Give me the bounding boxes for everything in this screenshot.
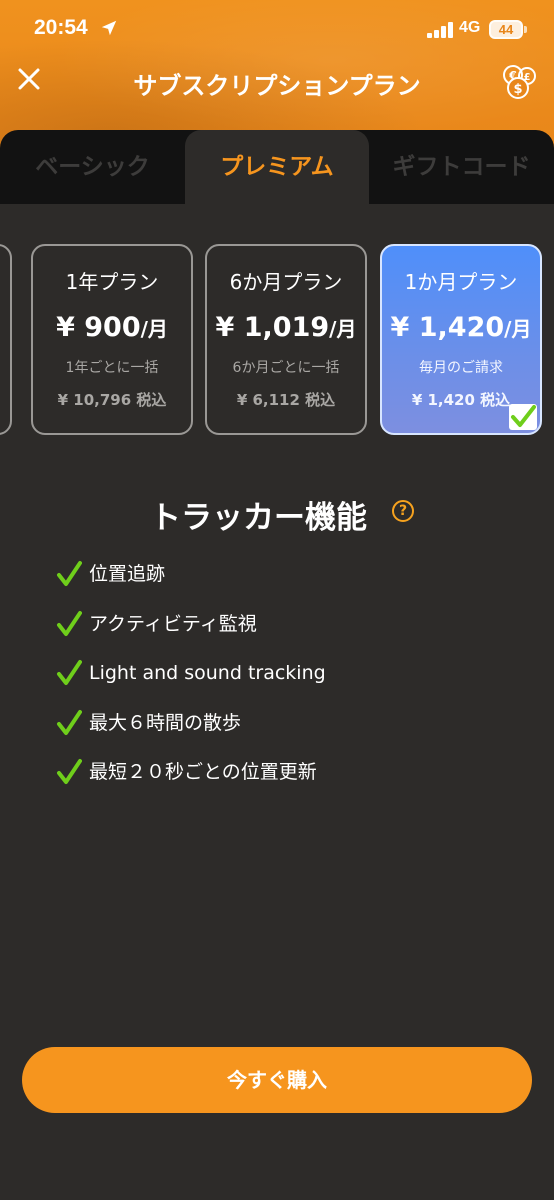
plan-billing: 1年ごとに一括: [65, 360, 159, 376]
feature-label: 最大６時間の散歩: [89, 711, 242, 734]
battery-tip: [524, 26, 527, 33]
plan-card-6month[interactable]: 6か月プラン ¥ 1,019/月 6か月ごとに一括 ¥ 6,112 税込: [205, 244, 367, 435]
status-bar: 20:54 4G 44: [0, 0, 554, 60]
feature-label: アクティビティ監視: [89, 612, 257, 635]
plan-card-1month[interactable]: 1か月プラン ¥ 1,420/月 毎月のご請求 ¥ 1,420 税込: [380, 244, 542, 435]
selected-check-icon: [509, 404, 537, 430]
list-item: 位置追跡: [56, 558, 526, 608]
status-time: 20:54: [34, 16, 88, 39]
plan-total: ¥ 10,796 税込: [57, 391, 167, 409]
plan-card-1year[interactable]: 1年プラン ¥ 900/月 1年ごとに一括 ¥ 10,796 税込: [31, 244, 193, 435]
feature-list: 位置追跡 アクティビティ監視 Light and sound tracking …: [56, 558, 526, 806]
checkmark-icon: [57, 709, 82, 735]
svg-text:$: $: [513, 82, 522, 97]
list-item: アクティビティ監視: [56, 608, 526, 658]
feature-label: Light and sound tracking: [89, 662, 326, 684]
tab-premium[interactable]: プレミアム: [185, 130, 369, 204]
plan-price: ¥ 1,019/月: [215, 312, 357, 343]
feature-title: トラッカー機能: [150, 500, 367, 536]
page-title: サブスクリプションプラン: [133, 72, 421, 100]
checkmark-icon: [57, 561, 82, 586]
feature-label: 最短２０秒ごとの位置更新: [89, 761, 317, 783]
plan-price: ¥ 1,420/月: [390, 312, 532, 343]
buy-now-button[interactable]: 今すぐ購入: [22, 1047, 532, 1113]
plan-price: ¥ 900/月: [56, 312, 168, 343]
plan-billing: 毎月のご請求: [419, 360, 503, 376]
battery-icon: 44: [489, 20, 523, 39]
header-backdrop: 20:54 4G 44 サブスクリプションプラン € £ $: [0, 0, 554, 150]
cellular-signal-icon: [427, 22, 453, 38]
tab-basic[interactable]: ベーシック: [0, 130, 185, 204]
plan-billing: 6か月ごとに一括: [232, 360, 340, 376]
plan-total: ¥ 6,112 税込: [236, 391, 336, 409]
checkmark-icon: [57, 660, 82, 685]
list-item: 最大６時間の散歩: [56, 707, 526, 757]
checkmark-icon: [57, 759, 82, 784]
plan-name: 1か月プラン: [404, 270, 518, 294]
list-item: Light and sound tracking: [56, 657, 526, 707]
currency-coins-icon[interactable]: € £ $: [500, 64, 538, 100]
plan-carousel: 1年プラン ¥ 900/月 1年ごとに一括 ¥ 10,796 税込 6か月プラン…: [0, 204, 554, 464]
plan-name: 1年プラン: [65, 270, 159, 294]
plan-tabs: ベーシック プレミアム ギフトコード: [0, 130, 554, 204]
list-item: 最短２０秒ごとの位置更新: [56, 756, 526, 806]
help-icon[interactable]: ?: [392, 500, 414, 522]
plan-card-offscreen[interactable]: [0, 244, 12, 435]
plan-name: 6か月プラン: [229, 270, 343, 294]
network-type: 4G: [459, 19, 481, 36]
feature-label: 位置追跡: [89, 563, 166, 585]
tab-gift-code[interactable]: ギフトコード: [369, 130, 554, 204]
location-arrow-icon: [101, 20, 117, 36]
checkmark-icon: [57, 610, 82, 636]
close-icon[interactable]: [14, 64, 44, 94]
